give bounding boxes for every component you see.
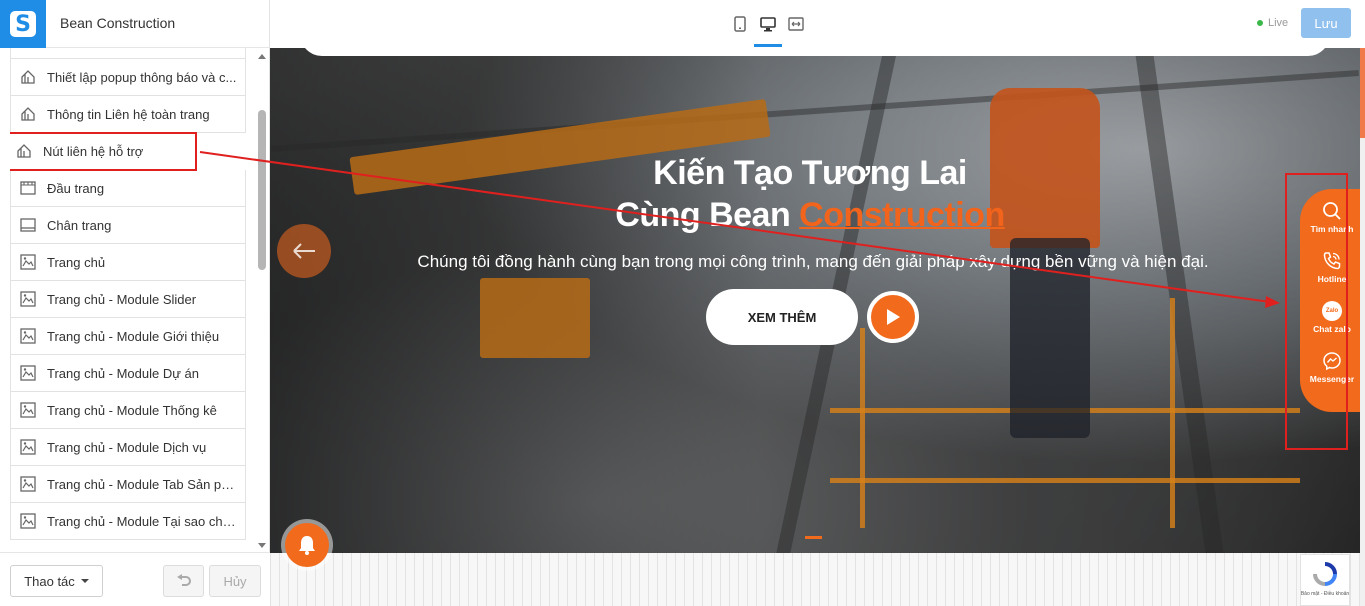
sidebar-item-label: Chân trang <box>47 217 112 233</box>
editor-topbar: Live Lưu <box>270 0 1365 48</box>
sidebar-header: S Bean Construction <box>0 0 270 48</box>
sidebar-item-label: Trang chủ - Module Tab Sản ph... <box>47 476 237 492</box>
sidebar-item[interactable]: Trang chủ - Module Tại sao chọn <box>10 503 246 540</box>
device-mobile-button[interactable] <box>728 12 752 36</box>
sidebar-scrollbar[interactable] <box>256 48 268 552</box>
sidebar-item-label: Thông tin Liên hệ toàn trang <box>47 106 210 122</box>
sidebar-list: Tổng quan giao diện Thiết lập popup thông… <box>10 48 246 552</box>
live-label: Live <box>1268 17 1289 29</box>
sidebar-item[interactable]: Trang chủ - Module Slider <box>10 281 246 318</box>
decor-rail <box>860 328 865 528</box>
hero-title: Kiến Tạo Tương Lai Cùng Bean Constructio… <box>560 152 1060 236</box>
recaptcha-icon <box>1313 562 1337 586</box>
undo-button[interactable] <box>163 565 204 597</box>
live-status[interactable]: Live <box>1257 17 1288 29</box>
page-image-icon <box>20 291 36 307</box>
site-nav-bar <box>300 48 1330 56</box>
decor-lift-body <box>480 278 590 358</box>
caret-down-icon <box>80 579 89 583</box>
slider-dot-active[interactable] <box>805 536 822 539</box>
play-icon <box>887 309 900 325</box>
page-image-icon <box>20 402 36 418</box>
live-dot-icon <box>1257 20 1263 26</box>
sidebar-item[interactable]: Trang chủ - Module Thống kê <box>10 392 246 429</box>
scroll-down-arrow-icon[interactable] <box>258 543 266 548</box>
decor-rail <box>1170 298 1175 528</box>
device-fullwidth-button[interactable] <box>784 12 808 36</box>
cancel-button[interactable]: Hủy <box>209 565 261 597</box>
page-image-icon <box>20 328 36 344</box>
sidebar-item-label: Trang chủ - Module Tại sao chọn <box>47 513 237 529</box>
sidebar-item[interactable]: Thông tin Liên hệ toàn trang <box>10 96 246 133</box>
settings-tool-icon <box>19 48 37 49</box>
sidebar: S Bean Construction Tổng quan giao diệnT… <box>0 0 270 606</box>
decor-beam <box>271 69 1359 153</box>
slider-prev-button[interactable] <box>277 224 331 278</box>
page-image-icon <box>20 365 36 381</box>
logo-icon: S <box>10 11 36 37</box>
sidebar-item-label: Trang chủ <box>47 254 106 270</box>
active-device-indicator <box>754 44 782 47</box>
sidebar-item-label: Trang chủ - Module Dự án <box>47 365 200 381</box>
hero-title-line2-prefix: Cùng Bean <box>615 196 800 234</box>
page-image-icon <box>20 476 36 492</box>
fullwidth-icon <box>788 17 804 31</box>
page-image-icon <box>20 513 36 529</box>
app-window: S Bean Construction Tổng quan giao diệnT… <box>0 0 1365 606</box>
hero-subtitle: Chúng tôi đồng hành cùng bạn trong mọi c… <box>417 252 1209 271</box>
sidebar-item-label: Trang chủ - Module Giới thiệu <box>47 328 220 344</box>
app-logo[interactable]: S <box>0 0 46 48</box>
actions-dropdown-button[interactable]: Thao tác <box>10 565 103 597</box>
preview-footer-strip <box>270 553 1360 606</box>
scroll-thumb[interactable] <box>258 110 266 270</box>
settings-tool-icon <box>21 107 35 121</box>
recaptcha-badge[interactable]: Bảo mật - Điều khoản <box>1300 554 1350 606</box>
sidebar-item[interactable]: Đầu trang <box>10 170 246 207</box>
mobile-icon <box>734 16 746 32</box>
annotation-highlight-contact <box>1285 173 1348 450</box>
sidebar-item[interactable]: Nút liên hệ hỗ trợ <box>10 132 197 171</box>
device-desktop-button[interactable] <box>756 12 780 36</box>
sidebar-item-label: Đầu trang <box>47 180 105 196</box>
site-name: Bean Construction <box>60 15 176 31</box>
sidebar-item[interactable]: Trang chủ - Module Dịch vụ <box>10 429 246 466</box>
hero-slider: Kiến Tạo Tương Lai Cùng Bean Constructio… <box>270 48 1360 553</box>
footer-layout-icon <box>20 218 36 232</box>
sidebar-item-label: Trang chủ - Module Slider <box>47 291 197 307</box>
sidebar-item[interactable]: Tổng quan giao diện <box>10 48 246 59</box>
header-layout-icon <box>20 181 36 195</box>
sidebar-item-label: Thiết lập popup thông báo và c... <box>47 69 237 85</box>
settings-tool-icon <box>21 70 35 84</box>
page-image-icon <box>20 439 36 455</box>
preview-scroll-thumb[interactable] <box>1360 48 1365 138</box>
sidebar-item[interactable]: Thiết lập popup thông báo và c... <box>10 59 246 96</box>
sidebar-item[interactable]: Trang chủ - Module Giới thiệu <box>10 318 246 355</box>
sidebar-item[interactable]: Trang chủ <box>10 244 246 281</box>
actions-label: Thao tác <box>24 573 75 589</box>
undo-icon <box>176 574 191 586</box>
see-more-button[interactable]: XEM THÊM <box>706 289 858 345</box>
decor-rail <box>830 478 1300 483</box>
play-video-button[interactable] <box>867 291 919 343</box>
notification-bell-button[interactable] <box>285 523 329 567</box>
sidebar-item-label: Trang chủ - Module Dịch vụ <box>47 439 207 455</box>
hero-title-line1: Kiến Tạo Tương Lai <box>653 154 967 192</box>
recaptcha-text: Bảo mật - Điều khoản <box>1300 591 1350 597</box>
settings-tool-icon <box>17 144 31 158</box>
sidebar-item[interactable]: Chân trang <box>10 207 246 244</box>
arrow-left-icon <box>293 243 315 259</box>
site-preview: Kiến Tạo Tương Lai Cùng Bean Constructio… <box>270 48 1360 606</box>
save-button[interactable]: Lưu <box>1301 8 1351 38</box>
sidebar-footer: Thao tác Hủy <box>0 552 270 606</box>
bell-icon <box>299 536 315 555</box>
preview-scrollbar[interactable] <box>1360 48 1365 606</box>
sidebar-item[interactable]: Trang chủ - Module Tab Sản ph... <box>10 466 246 503</box>
page-image-icon <box>20 254 36 270</box>
sidebar-item[interactable]: Trang chủ - Module Dự án <box>10 355 246 392</box>
hero-title-accent: Construction <box>799 196 1005 234</box>
desktop-icon <box>760 16 776 31</box>
sidebar-item-label: Nút liên hệ hỗ trợ <box>43 143 144 159</box>
sidebar-item-label: Trang chủ - Module Thống kê <box>47 402 217 418</box>
scroll-up-arrow-icon[interactable] <box>258 54 266 59</box>
